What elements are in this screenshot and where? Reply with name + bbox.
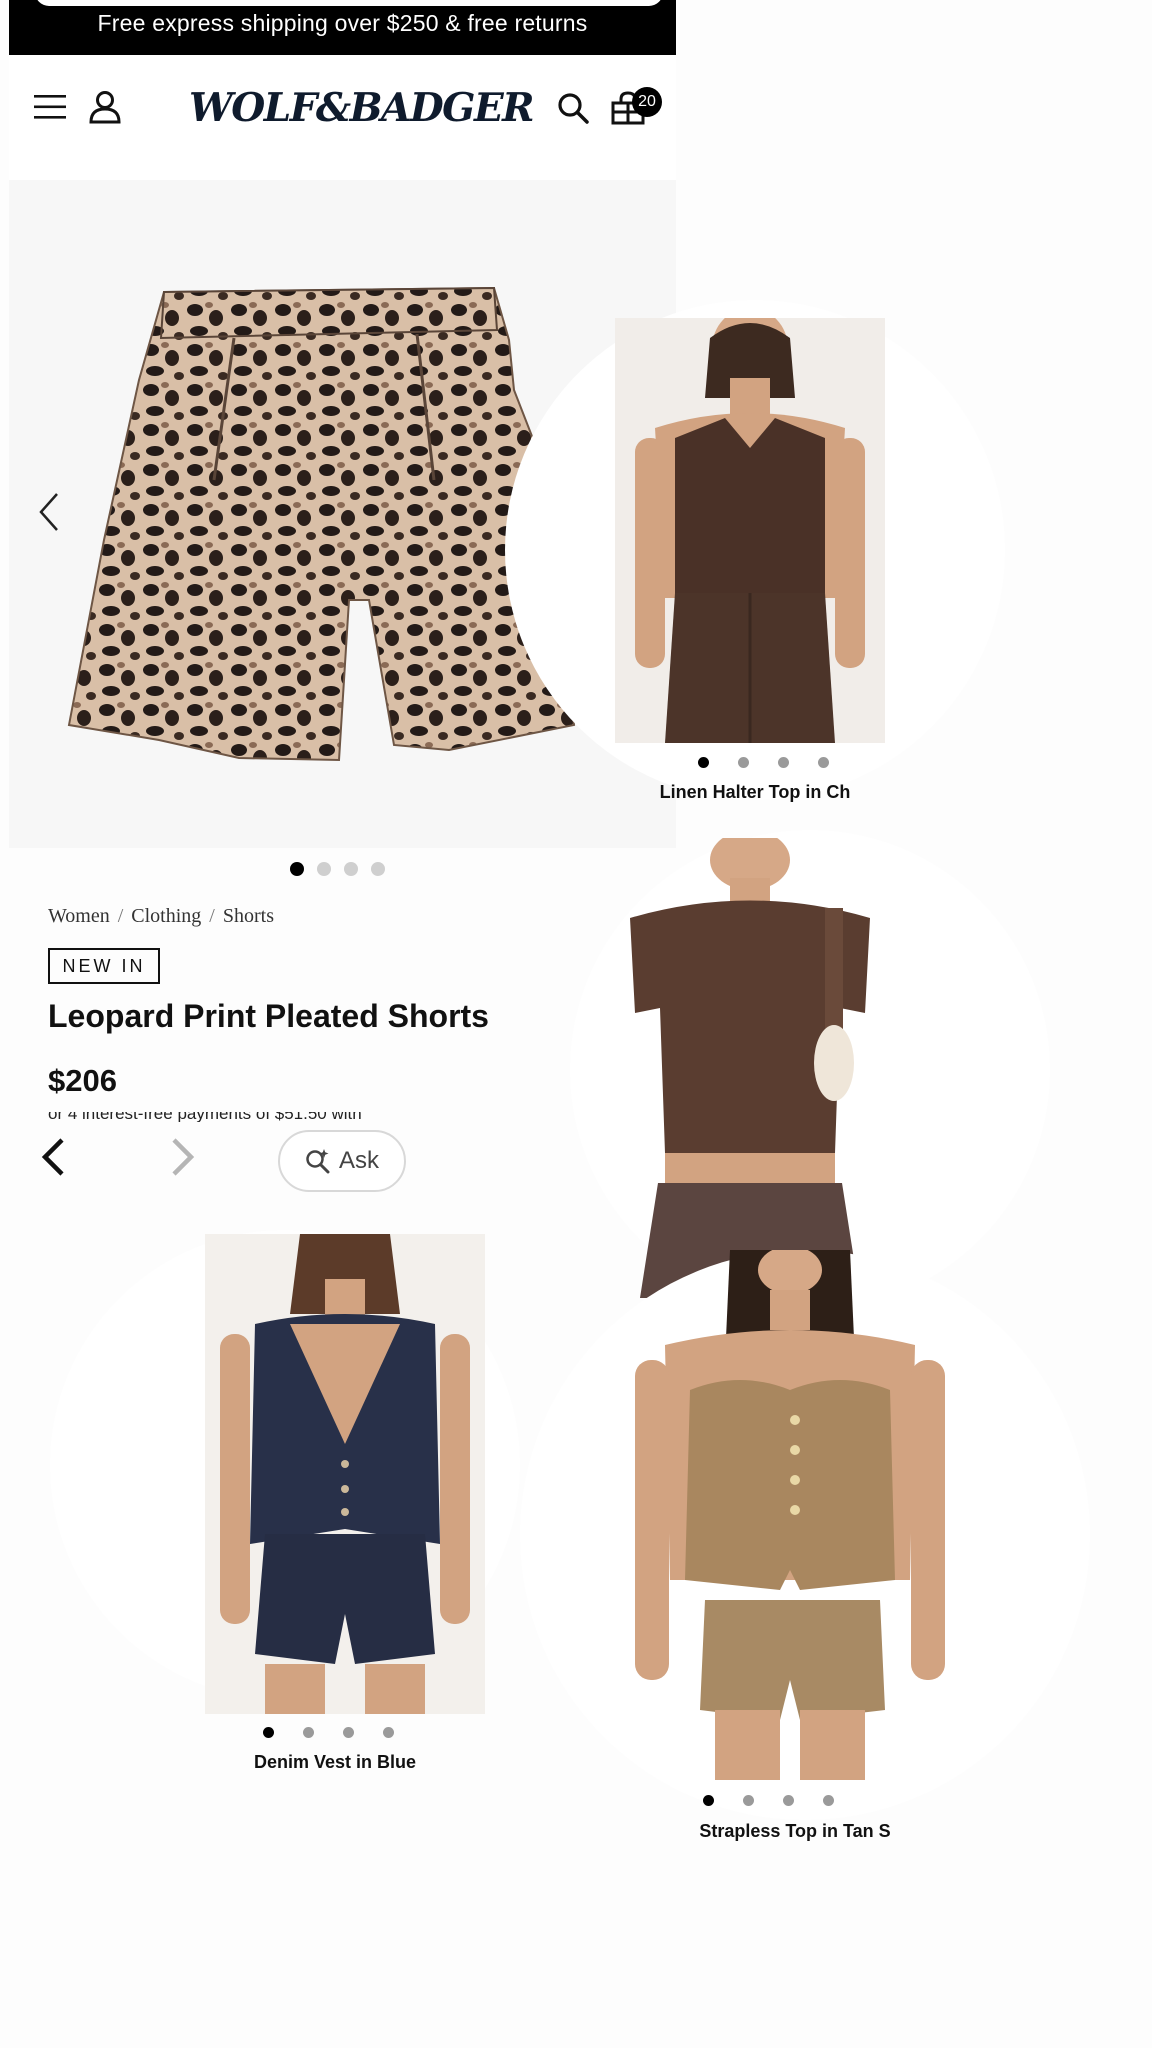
card-dot[interactable] xyxy=(343,1727,354,1738)
search-icon[interactable] xyxy=(557,92,589,124)
ask-button[interactable]: Ask xyxy=(278,1130,406,1192)
product-page: Free express shipping over $250 & free r… xyxy=(0,0,1152,2048)
promo-pill xyxy=(35,0,663,6)
promo-banner[interactable]: Free express shipping over $250 & free r… xyxy=(9,0,676,55)
halter-top-image xyxy=(615,318,885,743)
card-dot[interactable] xyxy=(778,757,789,768)
card-dot[interactable] xyxy=(698,757,709,768)
card-dot[interactable] xyxy=(263,1727,274,1738)
card-dot[interactable] xyxy=(703,1795,714,1806)
promo-text: Free express shipping over $250 & free r… xyxy=(97,10,588,36)
card-dot[interactable] xyxy=(743,1795,754,1806)
overlay-next-arrow-icon[interactable] xyxy=(170,1136,196,1178)
bag-count-badge: 20 xyxy=(632,87,662,117)
breadcrumb-women[interactable]: Women xyxy=(48,905,110,927)
fitted-tee-image xyxy=(630,838,870,1298)
recommendation-card[interactable]: Denim Vest in Blue xyxy=(50,1230,520,1790)
recommendation-card[interactable]: Linen Halter Top in Ch xyxy=(505,300,1005,820)
breadcrumb-clothing[interactable]: Clothing xyxy=(131,905,201,927)
ask-label: Ask xyxy=(338,1147,379,1174)
card-dot[interactable] xyxy=(818,757,829,768)
site-header: WOLF&BADGER xyxy=(9,55,676,180)
card-dot[interactable] xyxy=(738,757,749,768)
breadcrumb-shorts[interactable]: Shorts xyxy=(223,905,274,927)
gallery-dot[interactable] xyxy=(317,862,331,876)
card-caption: Strapless Top in Tan S xyxy=(699,1821,891,1841)
gallery-prev-arrow-icon[interactable] xyxy=(37,490,61,534)
new-in-badge: NEW IN xyxy=(48,948,160,984)
card-caption: Denim Vest in Blue xyxy=(253,1752,417,1772)
gallery-dot[interactable] xyxy=(344,862,358,876)
breadcrumb: Women / Clothing / Shorts xyxy=(48,905,274,927)
account-icon[interactable] xyxy=(89,90,121,124)
overlay-prev-arrow-icon[interactable] xyxy=(40,1136,66,1178)
card-dot[interactable] xyxy=(383,1727,394,1738)
card-dot[interactable] xyxy=(303,1727,314,1738)
menu-icon[interactable] xyxy=(34,93,66,121)
installments-text: or 4 interest-free payments of $51.50 wi… xyxy=(48,1112,508,1122)
gallery-dot[interactable] xyxy=(371,862,385,876)
card-dot[interactable] xyxy=(823,1795,834,1806)
card-caption: Linen Halter Top in Ch xyxy=(659,782,851,802)
denim-vest-image xyxy=(205,1234,485,1714)
product-title: Leopard Print Pleated Shorts xyxy=(48,998,489,1034)
card-dot[interactable] xyxy=(783,1795,794,1806)
product-price: $206 xyxy=(48,1063,117,1098)
strapless-top-image xyxy=(635,1250,945,1780)
brand-logo[interactable]: WOLF&BADGER xyxy=(189,85,535,131)
ask-search-sparkle-icon xyxy=(306,1149,330,1174)
gallery-dot[interactable] xyxy=(290,862,304,876)
installments-label: or 4 interest-free payments of $51.50 wi… xyxy=(48,1112,362,1122)
recommendation-card[interactable]: Strapless Top in Tan S xyxy=(520,1250,1090,1860)
recommendation-card[interactable] xyxy=(570,830,1050,1310)
